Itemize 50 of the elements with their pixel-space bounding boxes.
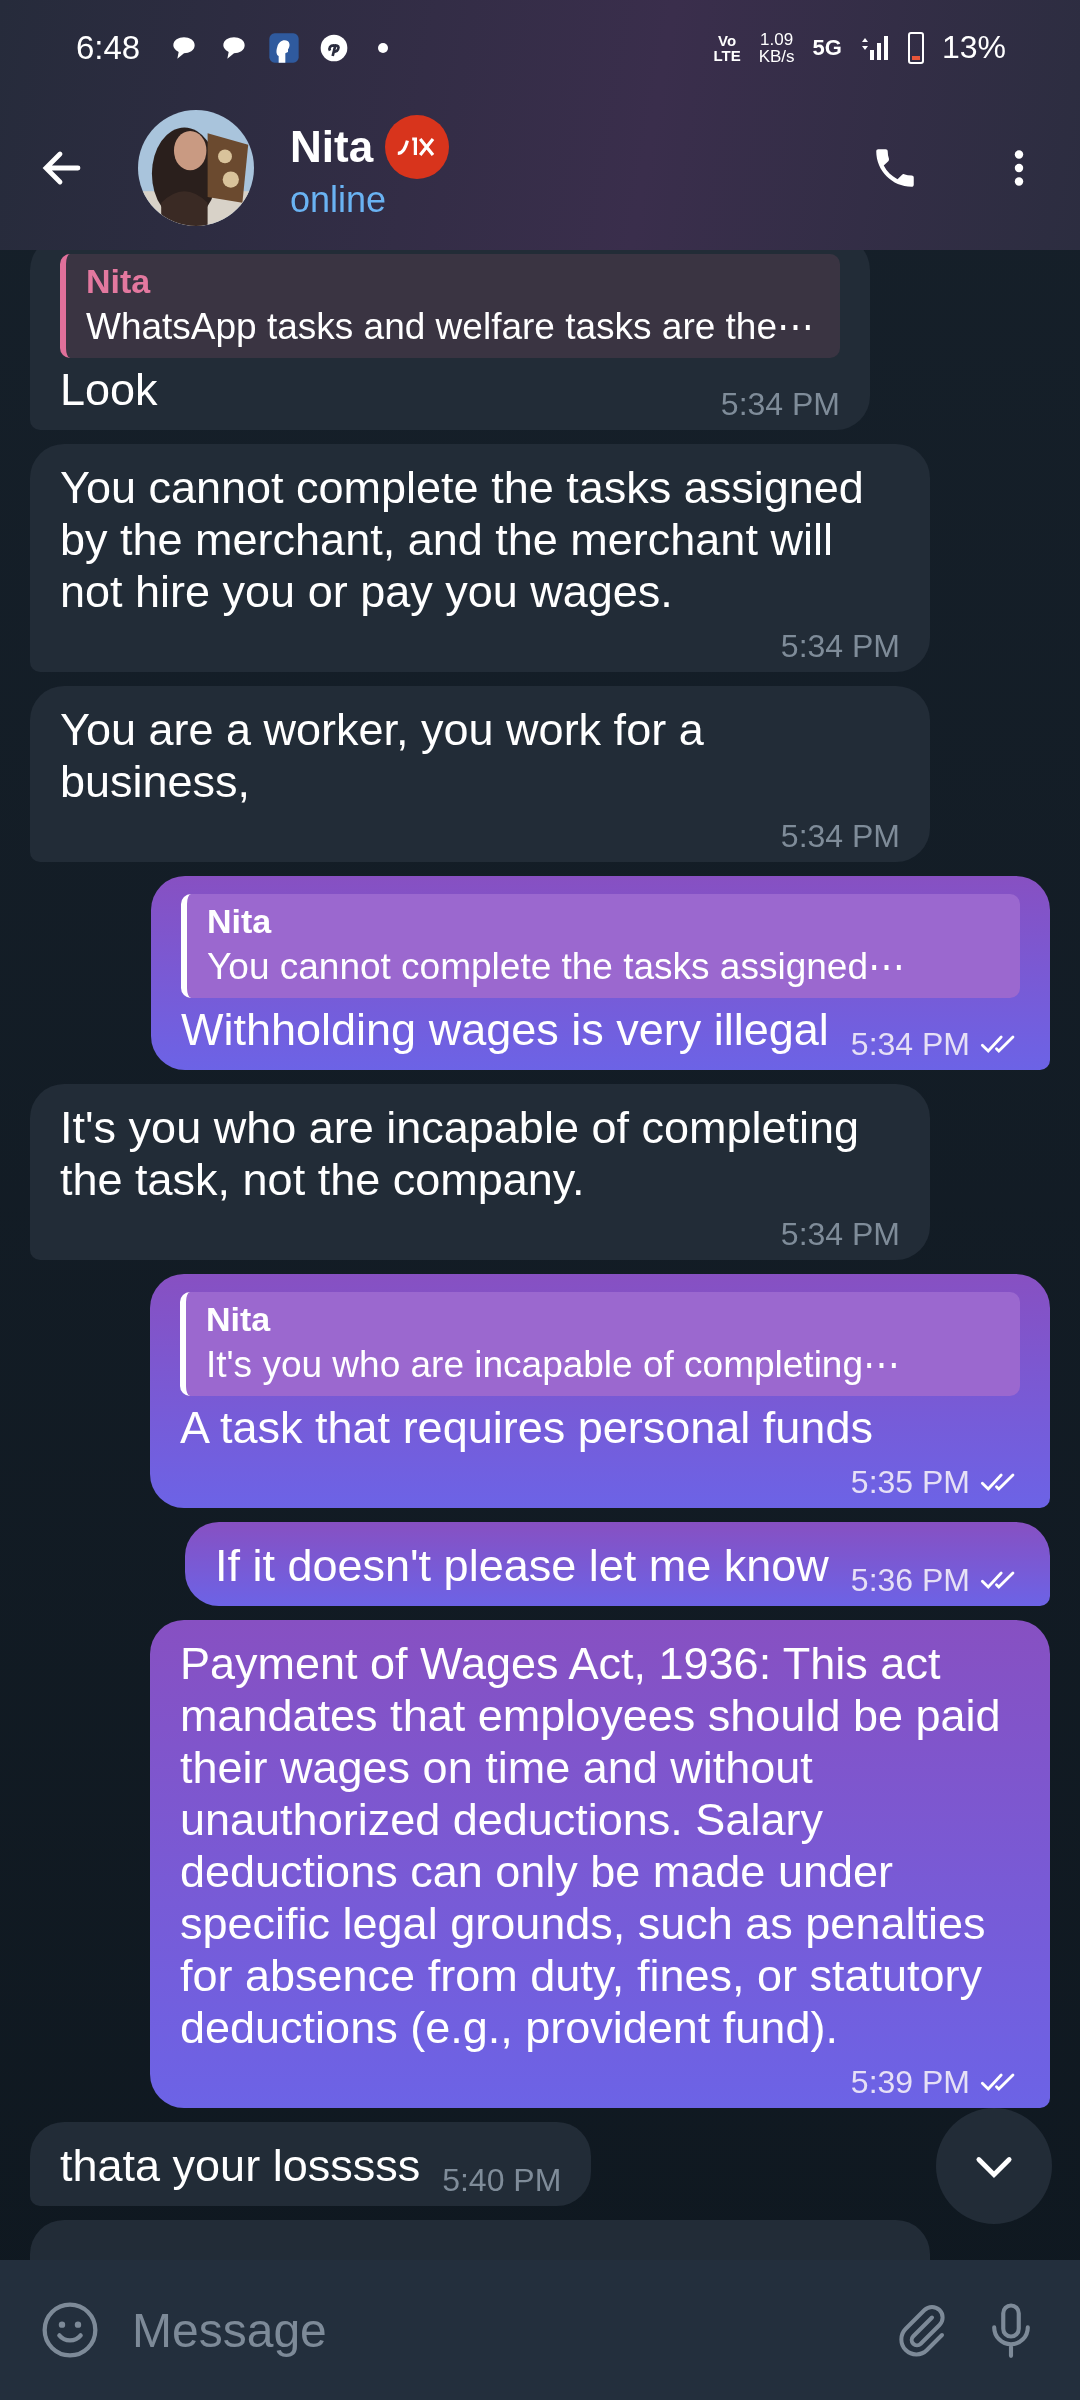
message-bubble[interactable]: Nita It's you who are incapable of completing⋯ A task that requires personal funds 5:35 PM bbox=[150, 1274, 1050, 1508]
network-speed: 1.09 KB/s bbox=[758, 30, 795, 65]
contact-name: Nita bbox=[290, 121, 374, 172]
message-time: 5:34 PM bbox=[850, 1025, 970, 1064]
message-text: Withholding wages is very illegal bbox=[181, 1004, 829, 1056]
quoted-reply[interactable]: Nita WhatsApp tasks and welfare tasks are the⋯ bbox=[60, 254, 840, 358]
message-time: 5:36 PM bbox=[850, 1561, 970, 1600]
message-bubble[interactable]: thata your losssss 5:40 PM bbox=[30, 2122, 592, 2206]
message-text: If it doesn't please let me know bbox=[214, 1540, 829, 1592]
message-bubble[interactable]: You cannot complete the tasks assigned by the merchant, and the merchant will not hire you or pay you wages. 5:34 PM bbox=[30, 444, 930, 672]
message-bubble[interactable]: If it doesn't please let me know 5:36 PM bbox=[184, 1522, 1050, 1606]
message-text: You cannot complete the tasks assigned by the merchant, and the merchant will not hire you or pay you wages. bbox=[60, 462, 865, 618]
battery-icon bbox=[907, 31, 924, 64]
message-input[interactable]: Message bbox=[122, 2302, 872, 2358]
message-bubble[interactable]: Nita WhatsApp tasks and welfare tasks are the⋯ Look 5:34 PM bbox=[30, 250, 870, 430]
clock-time: 6:48 bbox=[76, 28, 141, 67]
notification-dot-icon bbox=[378, 42, 389, 53]
message-bubble[interactable] bbox=[150, 1620, 1050, 2108]
signal-icon bbox=[859, 33, 890, 62]
message-time: 5:34 PM bbox=[780, 1215, 900, 1254]
battery-percent: 13% bbox=[941, 29, 1006, 66]
reply-sender: Nita bbox=[86, 261, 152, 302]
reply-text: WhatsApp tasks and welfare tasks are the⋯ bbox=[86, 305, 814, 349]
message-time: 5:35 PM bbox=[850, 1463, 970, 1502]
network-type: 5G bbox=[812, 34, 842, 61]
message-time: 5:34 PM bbox=[780, 627, 900, 666]
reply-sender: Nita bbox=[207, 901, 273, 942]
message-bubble[interactable]: Nita You cannot complete the tasks assigned⋯ Withholding wages is very illegal 5:34 PM bbox=[151, 876, 1050, 1070]
status-badge-icon bbox=[385, 114, 450, 179]
quoted-reply[interactable]: Nita You cannot complete the tasks assigned⋯ bbox=[181, 894, 1020, 998]
reply-text: It's you who are incapable of completing⋯ bbox=[206, 1343, 901, 1387]
quoted-reply[interactable]: Nita It's you who are incapable of completing⋯ bbox=[180, 1292, 1020, 1396]
message-bubble[interactable]: You are a worker, you work for a business, 5:34 PM bbox=[30, 686, 930, 862]
message-time: 5:40 PM bbox=[442, 2161, 562, 2200]
volte-indicator: Vo LTE bbox=[713, 32, 741, 63]
online-status: online bbox=[290, 178, 388, 221]
message-time: 5:34 PM bbox=[720, 385, 840, 424]
message-bubble[interactable]: It's you who are incapable of completing the task, not the company. 5:34 PM bbox=[30, 1084, 930, 1260]
reply-sender: Nita bbox=[206, 1299, 272, 1340]
message-text: A task that requires personal funds bbox=[180, 1402, 873, 1454]
message-time: 5:39 PM bbox=[850, 2063, 970, 2102]
message-text: It's you who are incapable of completing the task, not the company. bbox=[60, 1102, 861, 1206]
message-text: Look bbox=[60, 364, 158, 416]
profile-app-icon bbox=[268, 31, 301, 64]
message-bar[interactable]: Message bbox=[0, 2260, 1080, 2400]
reply-text: You cannot complete the tasks assigned⋯ bbox=[207, 945, 906, 989]
message-text: You are a worker, you work for a business, bbox=[60, 704, 705, 808]
message-text: Payment of Wages Act, 1936: This act mandates that employees should be paid their wages on time and without unauthorized deductions. Salary deductions can only be made under specific legal grounds, such as penalties for absence from duty, fines, or statutory deductions (e.g., provident fund). bbox=[180, 1638, 1002, 2054]
message-time: 5:34 PM bbox=[780, 817, 900, 856]
message-text: thata your losssss bbox=[60, 2140, 421, 2192]
